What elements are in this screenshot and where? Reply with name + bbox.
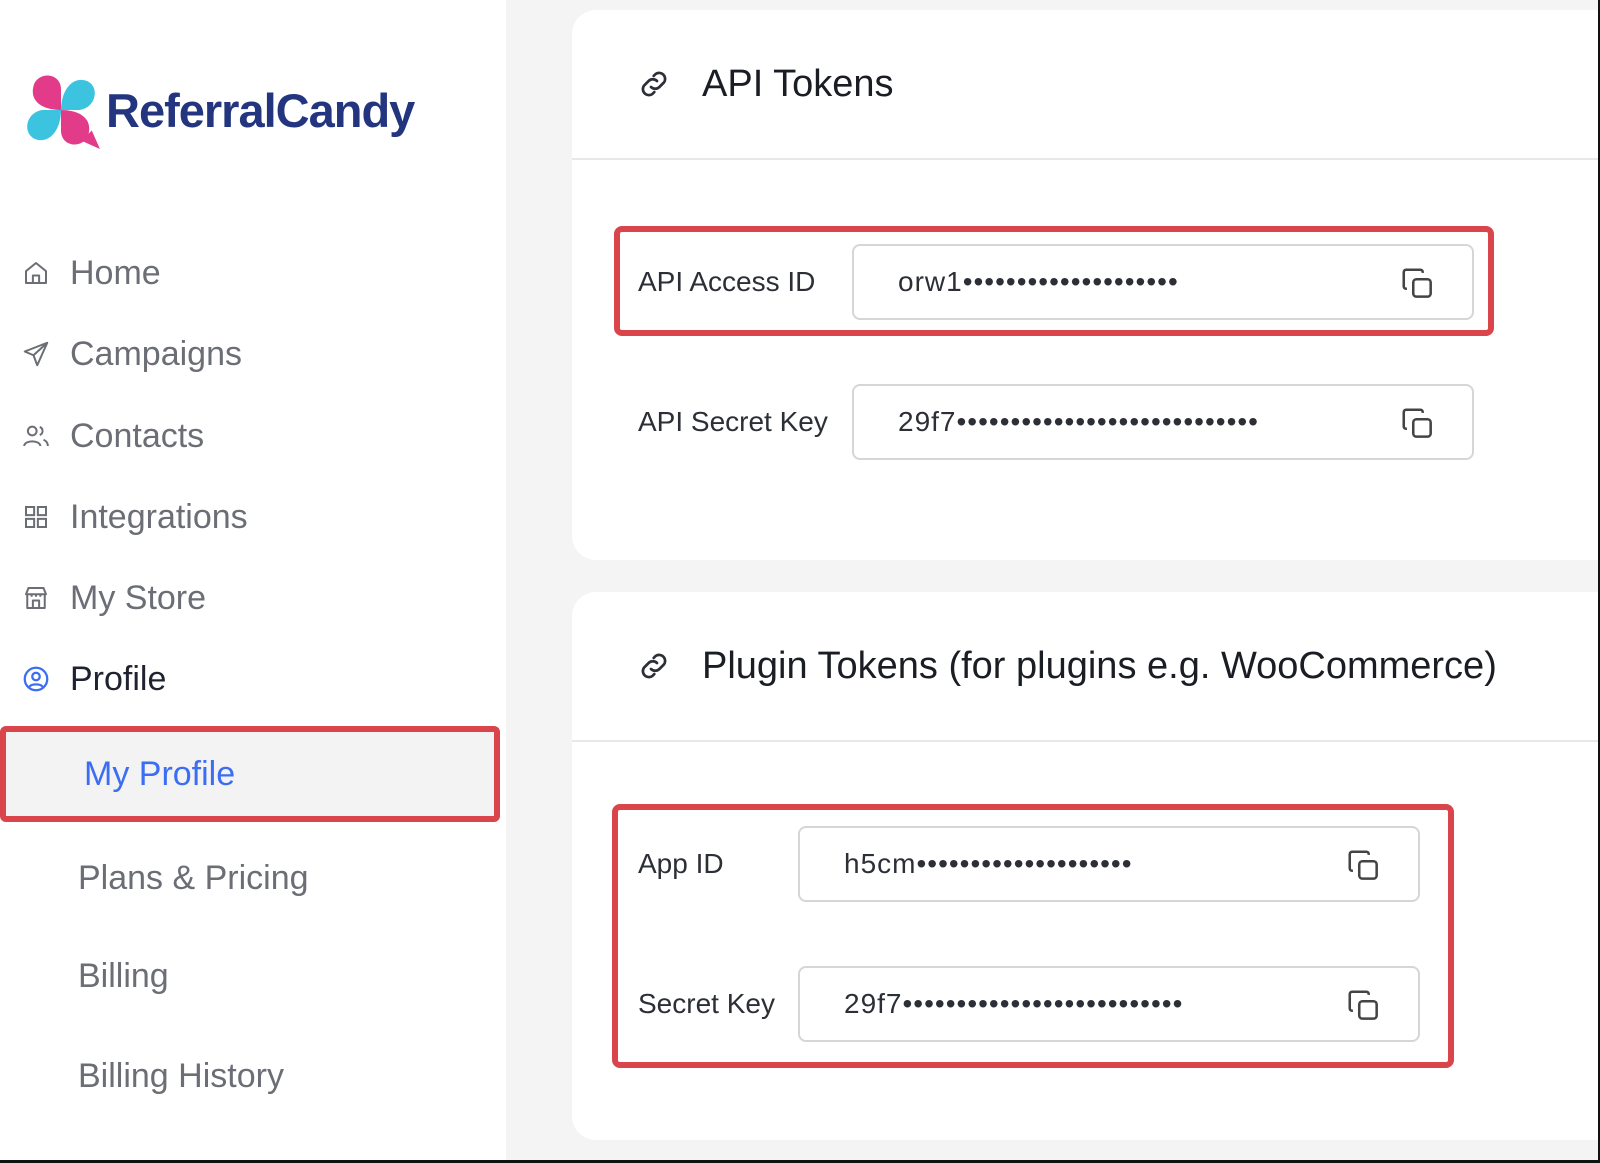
api-tokens-header: API Tokens: [572, 10, 1600, 160]
api-secret-key-row: API Secret Key 29f7•••••••••••••••••••••…: [638, 384, 1498, 460]
sidebar-item-label: My Store: [70, 578, 207, 617]
sidebar-item-label: Contacts: [70, 416, 205, 455]
home-icon: [20, 257, 52, 289]
users-icon: [20, 420, 52, 452]
sidebar-subitem-my-profile[interactable]: My Profile: [0, 726, 500, 822]
plugin-tokens-header: Plugin Tokens (for plugins e.g. WooComme…: [572, 592, 1600, 742]
referralcandy-logo-icon: [27, 75, 100, 149]
sidebar-item-integrations[interactable]: Integrations: [20, 492, 248, 542]
grid-icon: [20, 501, 52, 533]
sidebar-subitem-plans-pricing[interactable]: Plans & Pricing: [0, 830, 500, 926]
send-icon: [20, 338, 52, 370]
copy-icon[interactable]: [1398, 264, 1438, 304]
plugin-tokens-card: Plugin Tokens (for plugins e.g. WooComme…: [572, 592, 1600, 1140]
copy-icon[interactable]: [1344, 986, 1384, 1026]
app-id-label: App ID: [638, 848, 724, 879]
brand-logo[interactable]: ReferralCandy: [20, 68, 415, 152]
sidebar-item-campaigns[interactable]: Campaigns: [20, 329, 242, 379]
api-access-id-value: orw1••••••••••••••••••••: [898, 266, 1179, 297]
store-icon: [20, 582, 52, 614]
sidebar-item-label: Campaigns: [70, 334, 242, 373]
link-icon: [641, 653, 667, 679]
link-icon: [641, 71, 667, 97]
secret-key-field[interactable]: 29f7••••••••••••••••••••••••••: [798, 966, 1420, 1042]
api-secret-key-label: API Secret Key: [638, 406, 828, 437]
api-access-id-field[interactable]: orw1••••••••••••••••••••: [852, 244, 1474, 320]
sidebar-item-contacts[interactable]: Contacts: [20, 411, 204, 461]
secret-key-label: Secret Key: [638, 988, 775, 1019]
app-id-field[interactable]: h5cm••••••••••••••••••••: [798, 826, 1420, 902]
sidebar-subitem-billing[interactable]: Billing: [0, 928, 500, 1024]
api-access-id-row: API Access ID orw1••••••••••••••••••••: [638, 244, 1498, 320]
brand-name: ReferralCandy: [106, 83, 415, 137]
app-id-value: h5cm••••••••••••••••••••: [844, 848, 1133, 879]
plugin-tokens-title: Plugin Tokens (for plugins e.g. WooComme…: [702, 644, 1497, 687]
secret-key-row: Secret Key 29f7•••••••••••••••••••••••••…: [638, 966, 1438, 1042]
sidebar-item-profile[interactable]: Profile: [20, 654, 166, 704]
sidebar-item-label: Integrations: [70, 497, 248, 536]
sidebar-subitem-billing-history[interactable]: Billing History: [0, 1028, 500, 1124]
sidebar-item-my-store[interactable]: My Store: [20, 573, 206, 623]
copy-icon[interactable]: [1344, 846, 1384, 886]
api-secret-key-value: 29f7••••••••••••••••••••••••••••: [898, 406, 1259, 437]
api-secret-key-field[interactable]: 29f7••••••••••••••••••••••••••••: [852, 384, 1474, 460]
sidebar: ReferralCandy Home Campaigns Contacts In…: [0, 0, 506, 1163]
user-circle-icon: [20, 663, 52, 695]
sidebar-item-home[interactable]: Home: [20, 248, 161, 298]
sidebar-item-label: Home: [70, 253, 161, 292]
api-tokens-card: API Tokens API Access ID orw1•••••••••••…: [572, 10, 1600, 560]
api-access-id-label: API Access ID: [638, 266, 816, 297]
secret-key-value: 29f7••••••••••••••••••••••••••: [844, 988, 1184, 1019]
api-tokens-title: API Tokens: [702, 62, 894, 105]
sidebar-item-label: Profile: [70, 659, 167, 698]
copy-icon[interactable]: [1398, 404, 1438, 444]
app-id-row: App ID h5cm••••••••••••••••••••: [638, 826, 1438, 902]
